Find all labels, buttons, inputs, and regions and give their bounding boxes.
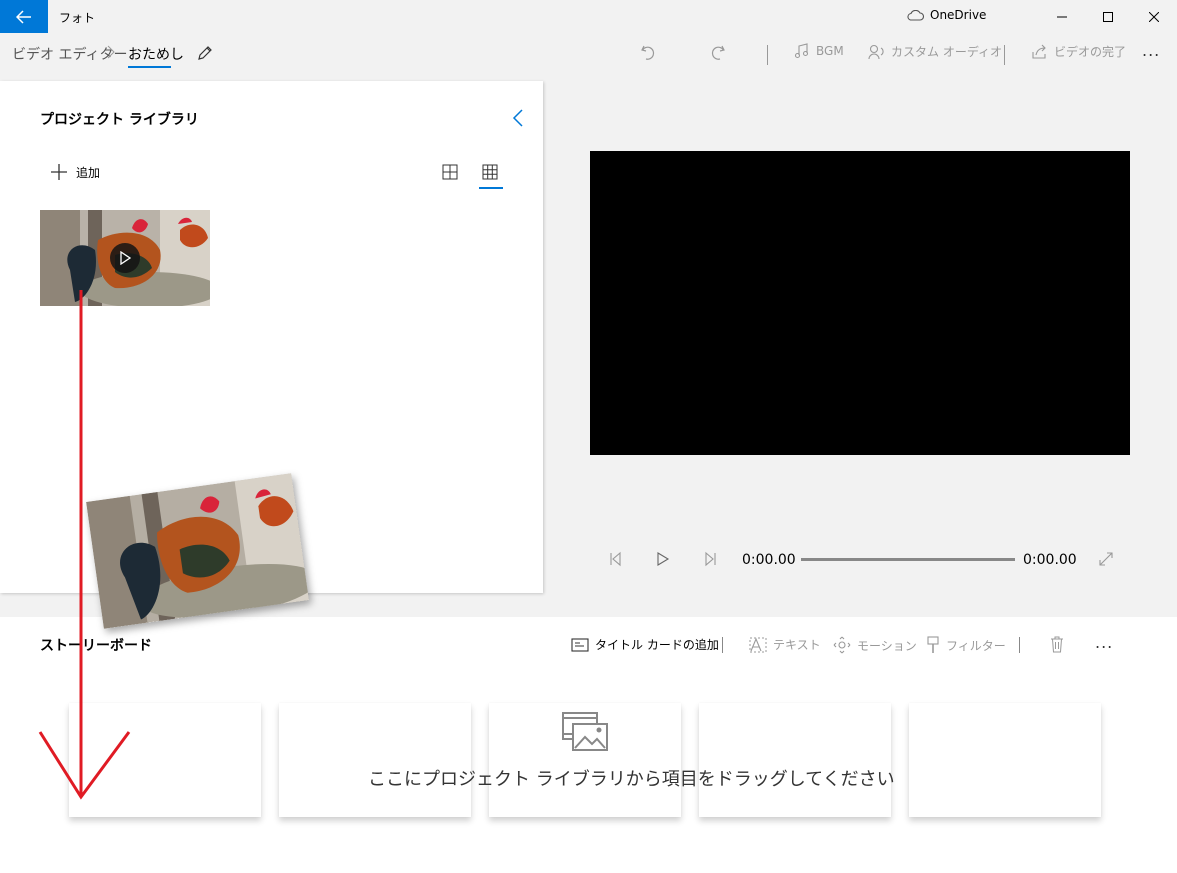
person-audio-icon xyxy=(868,44,884,59)
drop-hint-text: ここにプロジェクト ライブラリから項目をドラッグしてください xyxy=(368,769,895,790)
playback-controls: 0:00.00 0:00.00 xyxy=(600,545,1120,575)
motion-icon xyxy=(833,636,851,654)
custom-audio-button[interactable]: カスタム オーディオ xyxy=(868,43,1002,60)
storyboard-title: ストーリーボード xyxy=(40,638,152,654)
project-library-title: プロジェクト ライブラリ xyxy=(40,112,199,128)
filter-label: フィルター xyxy=(946,638,1006,653)
close-button[interactable] xyxy=(1131,0,1177,33)
motion-label: モーション xyxy=(857,638,917,653)
text-icon xyxy=(749,637,767,652)
toolbar-divider xyxy=(767,45,768,65)
add-media-label: 追加 xyxy=(76,165,101,180)
title-card-icon xyxy=(571,637,589,652)
next-frame-icon[interactable] xyxy=(704,551,718,567)
chevron-right-icon xyxy=(107,45,115,59)
toolbar-divider xyxy=(1004,45,1005,65)
video-preview[interactable] xyxy=(590,151,1130,455)
back-button[interactable] xyxy=(0,0,48,33)
storyboard-more-button[interactable]: ... xyxy=(1095,633,1113,652)
custom-audio-label: カスタム オーディオ xyxy=(891,45,1002,59)
storyboard-slot[interactable] xyxy=(909,703,1101,817)
text-label: テキスト xyxy=(773,638,821,652)
fullscreen-icon[interactable] xyxy=(1098,551,1114,567)
current-time: 0:00.00 xyxy=(742,552,796,568)
play-icon xyxy=(120,251,131,265)
finish-video-label: ビデオの完了 xyxy=(1054,45,1127,59)
title-bar: フォト OneDrive xyxy=(0,0,1177,33)
music-note-icon xyxy=(794,43,809,59)
command-bar: ビデオ エディター おためし BGM カスタム オーディオ ビデオの完了 ... xyxy=(0,33,1177,81)
minimize-button[interactable] xyxy=(1039,0,1085,33)
undo-icon[interactable] xyxy=(640,43,658,63)
motion-button[interactable]: モーション xyxy=(833,636,917,654)
filter-brush-icon xyxy=(927,636,939,653)
trash-icon[interactable] xyxy=(1050,636,1064,653)
add-media-button[interactable]: 追加 xyxy=(50,163,100,181)
view-selected-indicator xyxy=(479,187,503,189)
cloud-icon xyxy=(907,9,924,21)
storyboard-slot[interactable] xyxy=(279,703,471,817)
large-grid-view-icon[interactable] xyxy=(442,164,458,180)
maximize-button[interactable] xyxy=(1085,0,1131,33)
rooster-image xyxy=(86,473,309,629)
media-thumbnail-rooster[interactable] xyxy=(40,210,210,306)
bgm-label: BGM xyxy=(816,44,844,58)
app-title: フォト xyxy=(59,11,96,25)
dragged-media-ghost xyxy=(86,473,309,629)
plus-icon xyxy=(51,164,67,180)
share-export-icon xyxy=(1032,44,1046,59)
text-button[interactable]: テキスト xyxy=(749,636,821,653)
add-title-card-button[interactable]: タイトル カードの追加 xyxy=(571,636,719,653)
finish-video-button[interactable]: ビデオの完了 xyxy=(1031,43,1126,60)
storyboard-slot[interactable] xyxy=(69,703,261,817)
onedrive-label: OneDrive xyxy=(930,8,987,22)
breadcrumb-project-name: おためし xyxy=(128,47,184,63)
media-placeholder-icon xyxy=(562,712,608,751)
add-title-card-label: タイトル カードの追加 xyxy=(595,638,719,652)
arrow-left-icon xyxy=(16,9,31,24)
minimize-icon xyxy=(1057,16,1067,17)
previous-frame-icon[interactable] xyxy=(608,551,622,567)
storyboard-divider xyxy=(722,637,723,653)
breadcrumb-underline xyxy=(128,66,171,68)
rename-pencil-icon[interactable] xyxy=(196,44,214,62)
onedrive-status[interactable]: OneDrive xyxy=(906,8,986,22)
filter-button[interactable]: フィルター xyxy=(926,636,1006,654)
more-options-button[interactable]: ... xyxy=(1142,41,1160,60)
storyboard-slot[interactable] xyxy=(699,703,891,817)
bgm-button[interactable]: BGM xyxy=(794,43,844,59)
maximize-icon xyxy=(1103,11,1113,22)
redo-icon[interactable] xyxy=(708,43,726,63)
small-grid-view-icon[interactable] xyxy=(482,164,498,180)
storyboard-divider xyxy=(1019,637,1020,653)
play-icon[interactable] xyxy=(656,551,670,567)
collapse-chevron-left-icon[interactable] xyxy=(512,108,524,128)
play-badge xyxy=(110,243,140,273)
close-icon xyxy=(1149,11,1159,22)
storyboard-panel: ストーリーボード タイトル カードの追加 テキスト モーション フィルター ..… xyxy=(0,617,1177,873)
seek-bar[interactable] xyxy=(801,558,1015,561)
total-time: 0:00.00 xyxy=(1023,552,1077,568)
